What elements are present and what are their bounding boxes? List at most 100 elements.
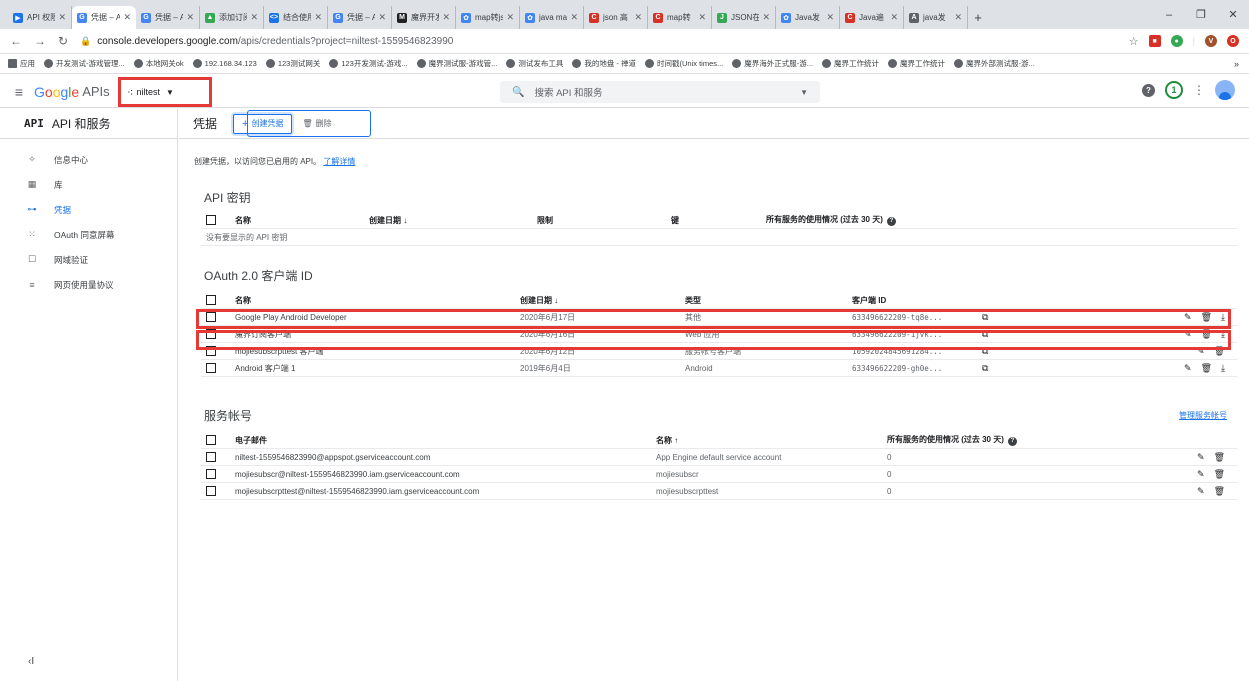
back-icon[interactable]: ← xyxy=(10,34,22,48)
client-name[interactable]: mojiesubscrpttest 客户端 xyxy=(235,346,323,357)
trash-icon[interactable]: 🗑 xyxy=(1214,486,1225,497)
trash-icon[interactable]: 🗑 xyxy=(1214,469,1225,480)
close-tab-icon[interactable]: ✕ xyxy=(506,12,514,23)
close-tab-icon[interactable]: ✕ xyxy=(698,12,706,23)
more-options-icon[interactable]: ⋮ xyxy=(1193,83,1205,97)
edit-icon[interactable]: ✎ xyxy=(1197,486,1205,497)
bookmark-item[interactable]: 应用 xyxy=(8,58,35,69)
download-icon[interactable]: ⤓ xyxy=(1221,363,1225,374)
col-name[interactable]: 名称 ↑ xyxy=(656,435,678,446)
notifications-badge[interactable]: 1 xyxy=(1165,81,1183,99)
trash-icon[interactable]: 🗑 xyxy=(1201,312,1212,323)
bookmark-item[interactable]: 测试发布工具 xyxy=(506,58,563,69)
trash-icon[interactable]: 🗑 xyxy=(1201,363,1212,374)
row-checkbox[interactable] xyxy=(206,329,216,339)
sidebar-item[interactable]: ☐ 网域验证 xyxy=(0,247,177,272)
col-created[interactable]: 创建日期 ↓ xyxy=(520,295,558,306)
sidebar-item[interactable]: ✧ 信息中心 xyxy=(0,147,177,172)
bookmark-item[interactable]: 我的地盘 - 禅道 xyxy=(572,58,636,69)
browser-tab[interactable]: <> 结合使用✕ xyxy=(264,6,328,29)
google-apis-logo[interactable]: Google APIs xyxy=(34,84,110,100)
avatar[interactable] xyxy=(1215,80,1235,100)
edit-icon[interactable]: ✎ xyxy=(1184,312,1192,323)
extension-icon-red[interactable]: ■ xyxy=(1148,35,1161,47)
bookmark-item[interactable]: 魔界工作统计 xyxy=(888,58,945,69)
row-checkbox[interactable] xyxy=(206,452,216,462)
browser-tab[interactable]: ✿ map转js ✕ xyxy=(456,6,520,29)
minimize-button[interactable]: – xyxy=(1153,0,1185,29)
browser-tab[interactable]: C Java遍 ✕ xyxy=(840,6,904,29)
client-name[interactable]: Google Play Android Developer xyxy=(235,313,347,322)
extension-icon-multi[interactable]: ● xyxy=(1170,35,1183,47)
service-email[interactable]: mojiesubscr@niltest-1559546823990.iam.gs… xyxy=(235,470,460,479)
help-icon[interactable]: ? xyxy=(886,216,896,226)
search-input[interactable]: 🔍 搜索 API 和服务 ▼ xyxy=(500,81,820,103)
hamburger-menu-icon[interactable]: ≡ xyxy=(4,84,34,100)
trash-icon[interactable]: 🗑 xyxy=(1201,329,1212,340)
col-name[interactable]: 名称 xyxy=(235,215,251,226)
download-icon[interactable]: ⤓ xyxy=(1221,329,1225,340)
browser-tab[interactable]: G 凭据 – A ✕ xyxy=(328,6,392,29)
edit-icon[interactable]: ✎ xyxy=(1184,329,1192,340)
bookmark-item[interactable]: 192.168.34.123 xyxy=(192,59,257,68)
close-tab-icon[interactable]: ✕ xyxy=(634,12,642,23)
client-name[interactable]: 魔界订阅客户端 xyxy=(235,329,291,340)
select-all-checkbox[interactable] xyxy=(206,215,216,225)
browser-tab[interactable]: ▲ 添加订阅✕ xyxy=(200,6,264,29)
close-window-button[interactable]: ✕ xyxy=(1217,0,1249,29)
collapse-sidebar-icon[interactable]: ‹I xyxy=(28,656,34,667)
service-email[interactable]: mojiesubscrpttest@niltest-1559546823990.… xyxy=(235,487,479,496)
help-icon[interactable]: ? xyxy=(1007,436,1017,446)
reload-icon[interactable]: ↻ xyxy=(58,34,68,48)
close-tab-icon[interactable]: ✕ xyxy=(186,12,194,23)
maximize-button[interactable]: ❐ xyxy=(1185,0,1217,29)
browser-tab[interactable]: ✿ java ma ✕ xyxy=(520,6,584,29)
close-tab-icon[interactable]: ✕ xyxy=(58,12,66,23)
star-icon[interactable]: ☆ xyxy=(1129,35,1139,48)
col-name[interactable]: 名称 xyxy=(235,295,251,306)
sidebar-item[interactable]: ≡ 网页使用量协议 xyxy=(0,272,177,297)
sidebar-item[interactable]: ⊶ 凭据 xyxy=(0,197,177,222)
bookmark-item[interactable]: 魔界海外正式服-游... xyxy=(732,58,813,69)
bookmarks-overflow-icon[interactable]: » xyxy=(1234,59,1239,69)
extension-icon-brown[interactable]: V xyxy=(1205,35,1217,47)
edit-icon[interactable]: ✎ xyxy=(1197,452,1205,463)
close-tab-icon[interactable]: ✕ xyxy=(378,12,386,23)
service-email[interactable]: niltest-1559546823990@appspot.gserviceac… xyxy=(235,453,430,462)
copy-icon[interactable]: ⧉ xyxy=(982,346,988,357)
bookmark-item[interactable]: 开发测试-游戏管理... xyxy=(44,58,125,69)
download-icon[interactable]: ⤓ xyxy=(1221,312,1225,323)
trash-icon[interactable]: 🗑 xyxy=(1214,452,1225,463)
close-tab-icon[interactable]: ✕ xyxy=(442,12,450,23)
extension-icon-orange[interactable]: O xyxy=(1227,35,1239,47)
browser-tab[interactable]: Ajava发 ✕ xyxy=(904,6,968,29)
browser-tab[interactable]: Cmap转 ✕ xyxy=(648,6,712,29)
sidebar-item[interactable]: ⁙ OAuth 同意屏幕 xyxy=(0,222,177,247)
help-icon[interactable]: ? xyxy=(1142,83,1155,97)
browser-tab[interactable]: M 魔界开发✕ xyxy=(392,6,456,29)
close-tab-icon[interactable]: ✕ xyxy=(954,12,962,23)
row-checkbox[interactable] xyxy=(206,346,216,356)
forward-icon[interactable]: → xyxy=(34,34,46,48)
url-field[interactable]: 🔒 console.developers.google.com /apis/cr… xyxy=(80,36,1129,47)
bookmark-item[interactable]: 魔界工作统计 xyxy=(822,58,879,69)
trash-icon[interactable]: 🗑 xyxy=(1214,346,1225,357)
row-checkbox[interactable] xyxy=(206,486,216,496)
edit-icon[interactable]: ✎ xyxy=(1197,346,1205,357)
bookmark-item[interactable]: 123测试网关 xyxy=(265,58,320,69)
browser-tab[interactable]: G 凭据 – A ✕ xyxy=(72,6,136,29)
sidebar-item[interactable]: ▦ 库 xyxy=(0,172,177,197)
bookmark-item[interactable]: 时间戳(Unix times... xyxy=(645,58,723,69)
bookmark-item[interactable]: 魔界测试服-游戏管... xyxy=(416,58,497,69)
close-tab-icon[interactable]: ✕ xyxy=(890,12,898,23)
close-tab-icon[interactable]: ✕ xyxy=(762,12,770,23)
copy-icon[interactable]: ⧉ xyxy=(982,363,988,374)
edit-icon[interactable]: ✎ xyxy=(1184,363,1192,374)
edit-icon[interactable]: ✎ xyxy=(1197,469,1205,480)
select-all-checkbox[interactable] xyxy=(206,295,216,305)
browser-tab[interactable]: ▶ API 权限 ✕ xyxy=(8,6,72,29)
col-created[interactable]: 创建日期 ↓ xyxy=(369,215,407,226)
browser-tab[interactable]: G 凭据 – A ✕ xyxy=(136,6,200,29)
select-all-checkbox[interactable] xyxy=(206,435,216,445)
close-tab-icon[interactable]: ✕ xyxy=(123,12,131,23)
